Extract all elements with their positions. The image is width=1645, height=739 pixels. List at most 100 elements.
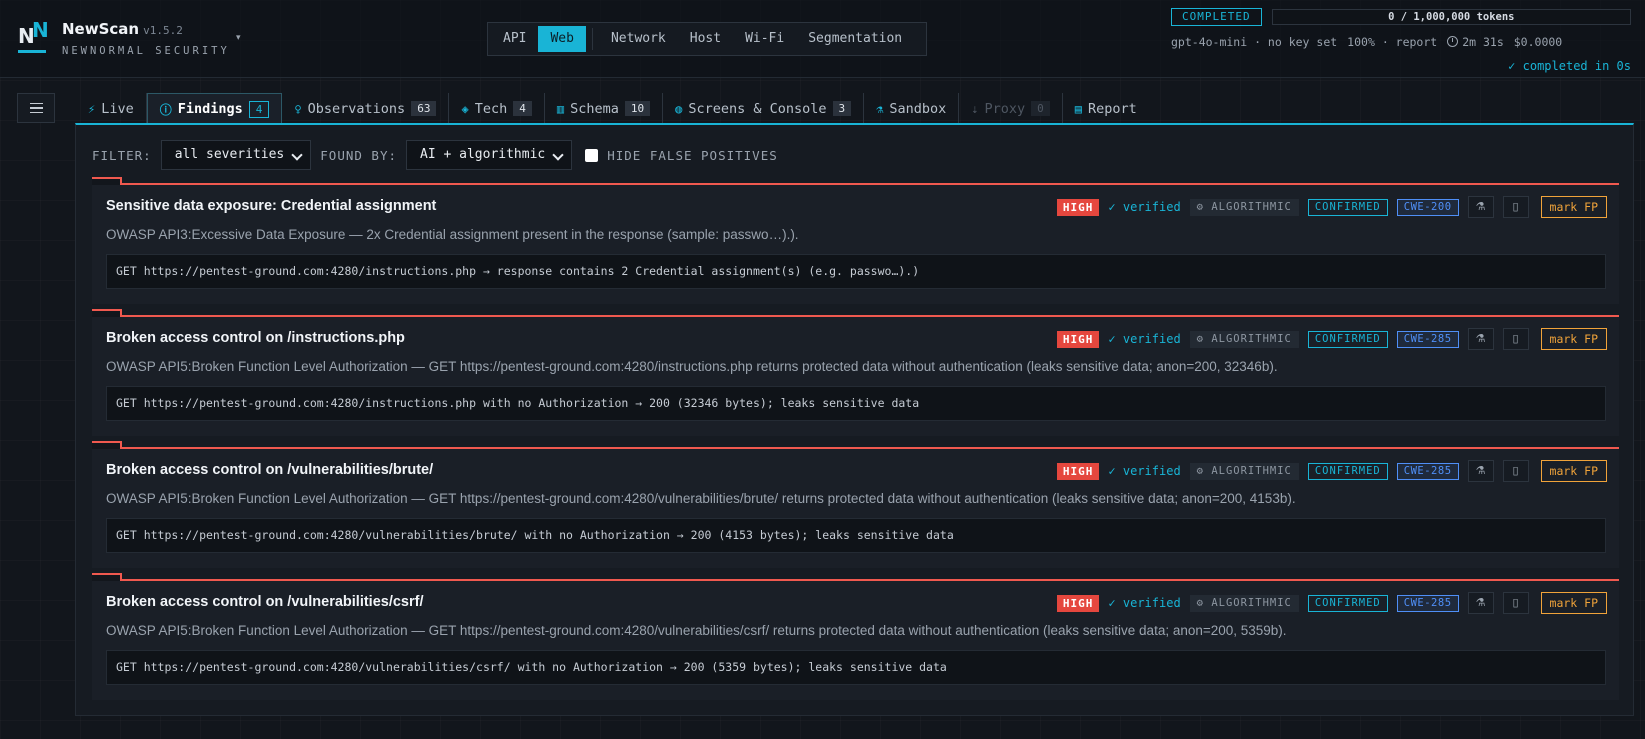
flask-icon: ⚗ <box>876 101 884 116</box>
severity-badge: HIGH <box>1056 330 1100 348</box>
findings-count: 4 <box>248 100 270 118</box>
app-name: NewScan <box>62 20 140 38</box>
severity-badge: HIGH <box>1056 462 1100 480</box>
info-icon: ⓘ <box>159 102 172 117</box>
progress-stage: · report <box>1381 35 1438 49</box>
globe-icon: ◍ <box>675 101 683 116</box>
algorithmic-badge: ⚙ ALGORITHMIC <box>1189 462 1299 480</box>
flask-icon[interactable]: ⚗ <box>1467 460 1494 482</box>
cwe-badge[interactable]: CWE-200 <box>1396 198 1459 216</box>
mark-fp-button[interactable]: mark FP <box>1540 328 1607 350</box>
algorithmic-badge: ⚙ ALGORITHMIC <box>1189 198 1299 216</box>
finding-title: Sensitive data exposure: Credential assi… <box>106 198 437 214</box>
proxy-count: 0 <box>1031 101 1050 116</box>
finding-badges: HIGH ✓ verified ⚙ ALGORITHMIC CONFIRMED … <box>1056 328 1607 350</box>
finding-title: Broken access control on /vulnerabilitie… <box>106 462 434 478</box>
app-version: v1.5.2 <box>143 24 183 37</box>
finding-card: Broken access control on /vulnerabilitie… <box>92 573 1619 700</box>
tab-schema[interactable]: ▥ Schema 10 <box>545 93 664 124</box>
severity-badge: HIGH <box>1056 198 1100 216</box>
download-icon: ⇣ <box>971 101 979 116</box>
severity-select[interactable]: all severities <box>160 140 312 170</box>
model-info: gpt-4o-mini · no key set <box>1171 35 1338 49</box>
mode-web[interactable]: Web <box>538 26 586 52</box>
finding-description: OWASP API5:Broken Function Level Authori… <box>106 359 1278 374</box>
completed-message: ✓ completed in 0s <box>1508 59 1631 73</box>
filter-bar: FILTER: all severities FOUND BY: AI + al… <box>92 140 778 170</box>
cwe-badge[interactable]: CWE-285 <box>1396 594 1459 612</box>
app-header: NN NewScan v1.5.2 NEWNORMAL SECURITY ▾ AP… <box>0 0 1645 78</box>
clipboard-icon[interactable]: ▯ <box>1502 460 1529 482</box>
mode-host[interactable]: Host <box>678 26 733 52</box>
mode-divider <box>591 28 593 50</box>
mark-fp-button[interactable]: mark FP <box>1540 460 1607 482</box>
tab-proxy[interactable]: ⇣ Proxy 0 <box>959 93 1063 124</box>
verified-badge: ✓ verified <box>1108 200 1181 214</box>
tab-findings[interactable]: ⓘ Findings 4 <box>146 93 283 124</box>
algorithmic-badge: ⚙ ALGORITHMIC <box>1189 330 1299 348</box>
brand: NewScan v1.5.2 NEWNORMAL SECURITY <box>62 20 230 57</box>
finding-description: OWASP API5:Broken Function Level Authori… <box>106 491 1296 506</box>
mark-fp-button[interactable]: mark FP <box>1540 196 1607 218</box>
finding-description: OWASP API5:Broken Function Level Authori… <box>106 623 1287 638</box>
scan-cost: $0.0000 <box>1513 35 1563 49</box>
found-by-select[interactable]: AI + algorithmic <box>406 140 573 170</box>
hide-false-positives-label: HIDE FALSE POSITIVES <box>607 147 778 163</box>
finding-card: Broken access control on /vulnerabilitie… <box>92 441 1619 568</box>
cwe-badge[interactable]: CWE-285 <box>1396 462 1459 480</box>
flask-icon[interactable]: ⚗ <box>1467 196 1494 218</box>
clock-icon <box>1447 36 1459 47</box>
clipboard-icon[interactable]: ▯ <box>1502 196 1529 218</box>
tab-observations[interactable]: ♀ Observations 63 <box>282 93 450 124</box>
verified-badge: ✓ verified <box>1108 464 1181 478</box>
mode-segmentation[interactable]: Segmentation <box>796 26 914 52</box>
mode-network[interactable]: Network <box>599 26 678 52</box>
tab-report[interactable]: ▤ Report <box>1063 93 1149 124</box>
finding-badges: HIGH ✓ verified ⚙ ALGORITHMIC CONFIRMED … <box>1056 196 1607 218</box>
tab-tech[interactable]: ◈ Tech 4 <box>449 93 545 124</box>
found-by-label: FOUND BY: <box>320 147 397 163</box>
screens-count: 3 <box>832 101 852 116</box>
schema-count: 10 <box>624 101 651 116</box>
clipboard-icon[interactable]: ▯ <box>1502 592 1529 614</box>
findings-panel: FILTER: all severities FOUND BY: AI + al… <box>75 123 1634 716</box>
tab-screens-console[interactable]: ◍ Screens & Console 3 <box>663 93 865 124</box>
token-usage-bar: 0 / 1,000,000 tokens <box>1271 9 1631 25</box>
confirmed-badge: CONFIRMED <box>1307 198 1388 216</box>
filter-label: FILTER: <box>92 147 152 163</box>
finding-card: Broken access control on /instructions.p… <box>92 309 1619 436</box>
flask-icon[interactable]: ⚗ <box>1467 328 1494 350</box>
finding-title: Broken access control on /vulnerabilitie… <box>106 594 424 610</box>
verified-badge: ✓ verified <box>1108 332 1181 346</box>
finding-card: Sensitive data exposure: Credential assi… <box>92 177 1619 304</box>
status-badge: COMPLETED <box>1171 8 1262 26</box>
app-subtitle: NEWNORMAL SECURITY <box>62 45 230 57</box>
hide-false-positives-checkbox[interactable] <box>585 148 599 162</box>
algorithmic-badge: ⚙ ALGORITHMIC <box>1189 594 1299 612</box>
bulb-icon: ♀ <box>294 101 302 116</box>
clipboard-icon[interactable]: ▯ <box>1502 328 1529 350</box>
finding-evidence: GET https://pentest-ground.com:4280/vuln… <box>106 518 1606 553</box>
hamburger-menu-button[interactable] <box>17 93 55 123</box>
brand-caret-icon[interactable]: ▾ <box>236 32 241 43</box>
confirmed-badge: CONFIRMED <box>1307 462 1388 480</box>
scan-duration: 2m 31s <box>1462 35 1504 49</box>
finding-title: Broken access control on /instructions.p… <box>106 330 405 346</box>
observations-count: 63 <box>411 101 437 116</box>
mode-wifi[interactable]: Wi-Fi <box>733 26 796 52</box>
tab-live[interactable]: ⚡ Live <box>76 93 147 124</box>
cwe-badge[interactable]: CWE-285 <box>1396 330 1459 348</box>
finding-badges: HIGH ✓ verified ⚙ ALGORITHMIC CONFIRMED … <box>1056 460 1607 482</box>
mode-api[interactable]: API <box>491 26 538 52</box>
finding-description: OWASP API3:Excessive Data Exposure — 2x … <box>106 227 799 242</box>
mark-fp-button[interactable]: mark FP <box>1540 592 1607 614</box>
finding-badges: HIGH ✓ verified ⚙ ALGORITHMIC CONFIRMED … <box>1056 592 1607 614</box>
flask-icon[interactable]: ⚗ <box>1467 592 1494 614</box>
confirmed-badge: CONFIRMED <box>1307 330 1388 348</box>
tab-sandbox[interactable]: ⚗ Sandbox <box>864 93 960 124</box>
confirmed-badge: CONFIRMED <box>1307 594 1388 612</box>
document-icon: ▤ <box>1074 101 1082 116</box>
newscan-logo[interactable]: NN <box>18 18 49 54</box>
progress-percent: 100% <box>1347 35 1375 49</box>
finding-evidence: GET https://pentest-ground.com:4280/vuln… <box>106 650 1606 685</box>
